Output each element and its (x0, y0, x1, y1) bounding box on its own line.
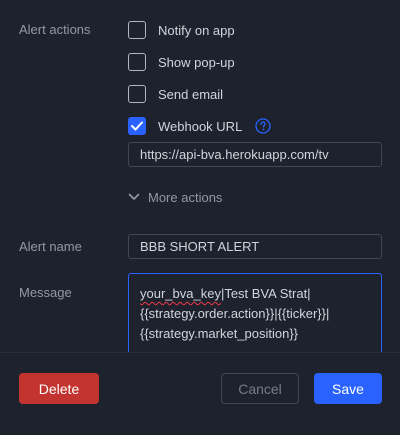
delete-button[interactable]: Delete (19, 373, 99, 404)
webhook-url-input[interactable]: https://api-bva.herokuapp.com/tv (128, 142, 382, 167)
message-line-3: {{strategy.market_position}} (140, 326, 299, 341)
message-line-2: {{strategy.order.action}}|{{ticker}}| (140, 306, 330, 321)
message-textarea[interactable]: your_bva_key|Test BVA Strat| {{strategy.… (128, 273, 382, 355)
send-email-checkbox[interactable]: Send email (128, 84, 223, 104)
message-line-1: your_bva_key|Test BVA Strat| (140, 284, 370, 304)
dialog-footer: Delete Cancel Save (0, 352, 400, 435)
more-actions-toggle[interactable]: More actions (128, 188, 222, 206)
save-button[interactable]: Save (314, 373, 382, 404)
webhook-url-checkbox[interactable]: Webhook URL (128, 116, 271, 136)
notify-on-app-label: Notify on app (158, 22, 235, 38)
send-email-label: Send email (158, 86, 224, 102)
show-popup-checkbox[interactable]: Show pop-up (128, 52, 235, 72)
cancel-button[interactable]: Cancel (221, 373, 299, 404)
alert-name-input[interactable]: BBB SHORT ALERT (128, 234, 382, 259)
notify-on-app-checkbox[interactable]: Notify on app (128, 20, 235, 40)
checkbox-box[interactable] (128, 21, 146, 39)
checkbox-box[interactable] (128, 53, 146, 71)
misspelled-word: your_bva_key (140, 286, 221, 301)
question-circle-icon[interactable] (255, 118, 271, 134)
message-line-1-rest: |Test BVA Strat| (220, 286, 311, 301)
checkbox-box-checked[interactable] (128, 117, 146, 135)
checkbox-box[interactable] (128, 85, 146, 103)
alert-actions-label: Alert actions (19, 22, 91, 37)
show-popup-label: Show pop-up (158, 54, 235, 70)
message-label: Message (19, 285, 72, 300)
chevron-down-icon (128, 193, 140, 200)
webhook-url-label: Webhook URL (158, 118, 243, 134)
more-actions-label: More actions (148, 189, 223, 205)
checkmark-icon (131, 121, 143, 131)
alert-name-label: Alert name (19, 239, 82, 254)
